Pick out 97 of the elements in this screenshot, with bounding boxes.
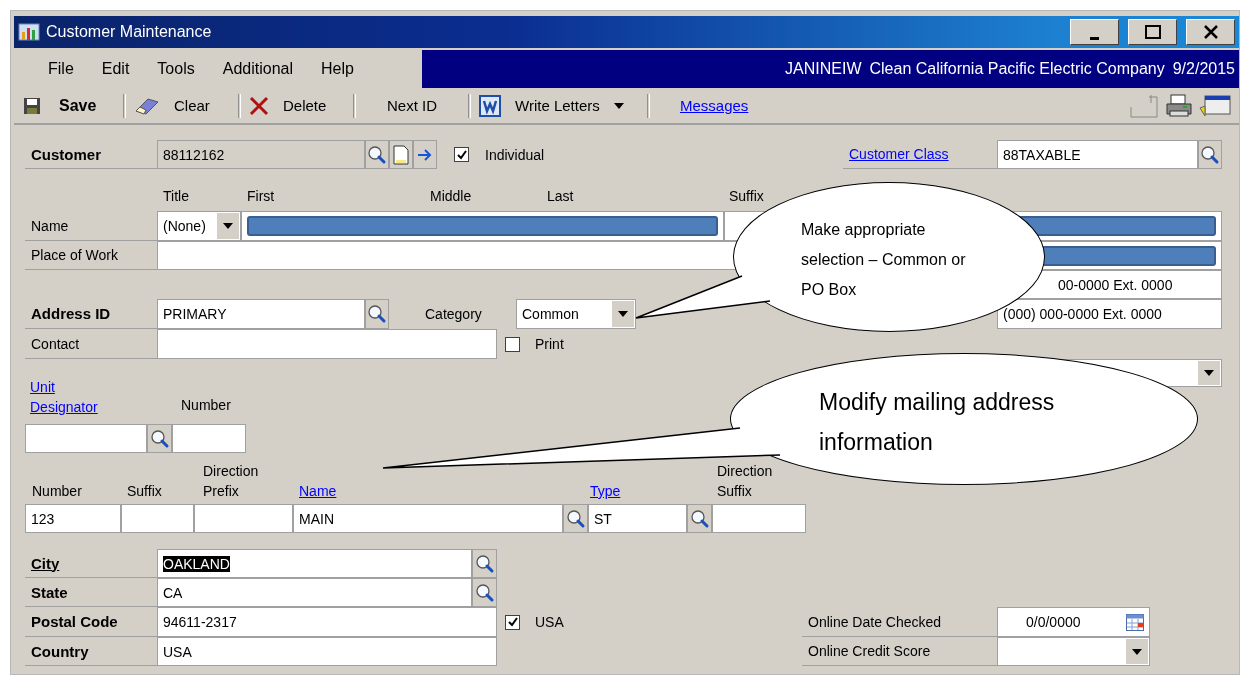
menu-item[interactable]: Tools bbox=[143, 60, 209, 78]
text-field[interactable] bbox=[712, 504, 806, 533]
close-button[interactable] bbox=[1186, 19, 1235, 45]
eraser-icon bbox=[134, 95, 160, 116]
delete-x-icon bbox=[249, 95, 269, 116]
search-icon bbox=[367, 144, 387, 165]
text-field[interactable] bbox=[121, 504, 194, 533]
text-field[interactable]: 94611-2317 bbox=[157, 607, 497, 637]
customer-class-link[interactable]: Customer Class bbox=[849, 146, 949, 162]
menu-item[interactable]: Help bbox=[307, 60, 368, 78]
column-label: Suffix bbox=[729, 188, 765, 204]
text-field[interactable] bbox=[194, 504, 293, 533]
user-name: JANINEIW bbox=[785, 60, 862, 78]
text-field[interactable] bbox=[25, 424, 147, 453]
search-icon bbox=[1200, 144, 1220, 165]
menu-item[interactable]: Additional bbox=[208, 60, 307, 78]
date-field[interactable]: 0/0/0000 bbox=[997, 607, 1150, 637]
lookup-button[interactable] bbox=[365, 140, 389, 169]
arrow-right-icon bbox=[417, 147, 433, 162]
checkbox-label: USA bbox=[535, 613, 565, 632]
column-link[interactable]: Name bbox=[299, 481, 379, 503]
column-label: Last bbox=[547, 188, 575, 204]
dropdown-arrow-icon bbox=[618, 311, 628, 317]
unit-designator-link[interactable]: Unit Designator bbox=[30, 377, 120, 417]
text-field[interactable]: 88112162 bbox=[157, 140, 365, 169]
column-label: Middle bbox=[430, 188, 473, 204]
menu-item[interactable]: File bbox=[34, 60, 88, 78]
selected-text: OAKLAND bbox=[163, 555, 230, 572]
save-button[interactable]: Save bbox=[19, 90, 119, 121]
close-icon bbox=[1202, 25, 1219, 39]
checkbox-label: Individual bbox=[485, 145, 546, 165]
dropdown-arrow-icon bbox=[613, 102, 624, 109]
category-dropdown[interactable]: Common bbox=[516, 299, 636, 329]
delete-button[interactable]: Delete bbox=[245, 90, 349, 121]
lookup-button[interactable] bbox=[472, 549, 497, 578]
text-field[interactable]: USA bbox=[157, 637, 497, 666]
checkbox-label: Print bbox=[535, 335, 565, 354]
maximize-icon bbox=[1144, 25, 1161, 39]
minimize-icon bbox=[1090, 36, 1099, 40]
new-note-button[interactable] bbox=[389, 140, 413, 169]
go-button[interactable] bbox=[413, 140, 437, 169]
text-field[interactable]: 123 bbox=[25, 504, 121, 533]
column-label: Title bbox=[163, 188, 190, 204]
lookup-button[interactable] bbox=[563, 504, 588, 533]
title-dropdown[interactable]: (None) bbox=[157, 211, 241, 241]
lookup-button[interactable] bbox=[1198, 140, 1222, 169]
lookup-button[interactable] bbox=[147, 424, 172, 453]
dropdown-arrow-icon bbox=[223, 223, 233, 229]
dropdown-field[interactable] bbox=[997, 637, 1150, 666]
window-icon bbox=[1199, 93, 1231, 118]
messages-link[interactable]: Messages bbox=[680, 97, 749, 114]
text-field[interactable]: ST bbox=[588, 504, 687, 533]
column-label: Suffix bbox=[127, 482, 163, 501]
search-icon bbox=[565, 508, 586, 529]
document-icon bbox=[479, 94, 501, 117]
text-field[interactable] bbox=[172, 424, 246, 453]
name-field[interactable] bbox=[241, 211, 724, 241]
column-link[interactable]: Type bbox=[590, 481, 650, 503]
field-label: Category bbox=[425, 305, 483, 324]
session-date: 9/2/2015 bbox=[1172, 60, 1235, 78]
clear-button[interactable]: Clear bbox=[130, 90, 234, 121]
text-field[interactable]: PRIMARY bbox=[157, 299, 365, 329]
minimize-button[interactable] bbox=[1070, 19, 1119, 45]
column-label: First bbox=[247, 188, 276, 204]
lookup-button[interactable] bbox=[472, 578, 497, 607]
dropdown-arrow-icon bbox=[1132, 648, 1142, 655]
next-id-button[interactable]: Next ID bbox=[360, 90, 464, 121]
app-icon bbox=[18, 22, 40, 42]
column-label: Number bbox=[181, 397, 232, 413]
write-letters-button[interactable]: Write Letters bbox=[475, 90, 643, 121]
calendar-icon bbox=[1126, 613, 1144, 631]
page-icon bbox=[1129, 92, 1159, 119]
text-field[interactable] bbox=[157, 329, 497, 359]
text-field[interactable]: (000) 000-0000 Ext. 0000 bbox=[997, 299, 1222, 329]
lookup-button[interactable] bbox=[687, 504, 712, 533]
checkbox[interactable] bbox=[505, 336, 520, 352]
text-field[interactable]: CA bbox=[157, 578, 472, 607]
search-icon bbox=[474, 582, 495, 603]
search-icon bbox=[367, 304, 387, 324]
company-name: Clean California Pacific Electric Company bbox=[869, 60, 1165, 78]
checkbox[interactable] bbox=[505, 614, 520, 630]
search-icon bbox=[474, 553, 495, 574]
search-icon bbox=[149, 428, 170, 449]
checkbox[interactable] bbox=[454, 147, 469, 162]
search-icon bbox=[689, 508, 710, 529]
column-label: Number bbox=[32, 482, 83, 501]
maximize-button[interactable] bbox=[1128, 19, 1177, 45]
text-field[interactable]: MAIN bbox=[293, 504, 563, 533]
text-field[interactable]: OAKLAND bbox=[157, 549, 472, 578]
window-title: Customer Maintenance bbox=[46, 23, 213, 41]
column-label: Direction Prefix bbox=[203, 462, 260, 501]
printer-icon bbox=[1165, 93, 1193, 118]
menu-item[interactable]: Edit bbox=[87, 60, 144, 78]
dropdown-arrow-icon bbox=[1204, 370, 1214, 376]
lookup-button[interactable] bbox=[365, 299, 389, 329]
text-field[interactable]: 88TAXABLE bbox=[997, 140, 1198, 169]
document-icon bbox=[393, 144, 409, 165]
